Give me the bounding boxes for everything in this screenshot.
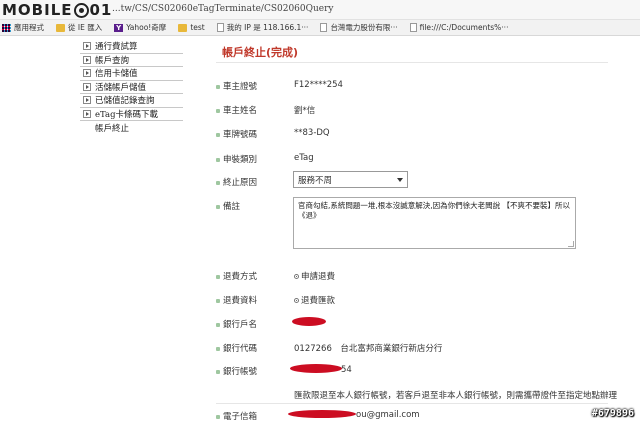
- remark-textarea[interactable]: 官商勾結,系統問題一堆,根本沒誠意解決,因為你們徐大老闆說 【不爽不要裝】所以《…: [293, 197, 576, 249]
- page-title: 帳戶終止(完成): [222, 46, 299, 59]
- redaction-mark: [290, 364, 342, 373]
- page-icon: [409, 23, 417, 32]
- page-icon: [216, 23, 224, 32]
- refund-method-option[interactable]: 申請退費: [294, 270, 335, 282]
- sidebar-item-topup-records[interactable]: 已儲值記錄查詢: [80, 94, 183, 108]
- radio-icon[interactable]: [294, 298, 299, 303]
- device-type-label: 申裝類別: [216, 153, 257, 165]
- folder-icon: [178, 23, 188, 32]
- redaction-mark: [288, 410, 356, 418]
- watermark: #679896: [591, 408, 634, 419]
- device-type-value: eTag: [294, 153, 314, 163]
- mobile01-logo: MOBILE 01: [2, 1, 113, 19]
- redaction-mark: [292, 317, 326, 326]
- plate-value: **83-DQ: [294, 128, 330, 138]
- arrow-right-icon: [83, 55, 91, 64]
- refund-method-label: 退費方式: [216, 270, 257, 282]
- plate-label: 車牌號碼: [216, 128, 257, 140]
- refund-note: 匯款限退至本人銀行帳號，若客戶退至非本人銀行帳號，則需攜帶證件至指定地點辦理: [294, 391, 618, 401]
- sidebar-item-savings[interactable]: 活儲帳戶儲值: [80, 81, 183, 94]
- resize-handle-icon[interactable]: [568, 241, 574, 247]
- sidebar-item-toll-calc[interactable]: 通行費試算: [80, 40, 183, 54]
- sidebar-item-etag-barcode[interactable]: eTag卡條碼下載: [80, 108, 183, 121]
- bookmark-apps[interactable]: 應用程式: [2, 22, 44, 33]
- owner-id-value: F12****254: [294, 80, 343, 90]
- bookmark-yahoo[interactable]: Y Yahoo!奇摩: [114, 22, 166, 33]
- arrow-right-icon: [83, 42, 91, 51]
- arrow-right-icon: [83, 82, 91, 91]
- owner-id-label: 車主證號: [216, 80, 257, 92]
- bookmark-test[interactable]: test: [178, 23, 205, 32]
- divider: [216, 403, 608, 404]
- bookmark-taipower[interactable]: 台灣電力股份有限···: [320, 22, 398, 33]
- bank-name-label: 銀行戶名: [216, 318, 257, 330]
- chevron-down-icon: [397, 178, 403, 182]
- remark-label: 備註: [216, 200, 240, 212]
- sidebar-menu: 通行費試算 帳戶查詢 信用卡儲值 活儲帳戶儲值 已儲值記錄查詢 eTag卡條碼下…: [80, 40, 183, 135]
- bookmark-ie-import[interactable]: 從 IE 匯入: [56, 22, 102, 33]
- email-label: 電子信箱: [216, 410, 257, 422]
- divider: [216, 62, 608, 63]
- url-field[interactable]: ...tw/CS/CS02060eTagTerminate/CS02060Que…: [112, 4, 334, 14]
- reason-label: 終止原因: [216, 176, 257, 188]
- sidebar-item-account-query[interactable]: 帳戶查詢: [80, 54, 183, 67]
- bank-code-value: 0127266 台北富邦商業銀行新店分行: [294, 344, 443, 354]
- arrow-right-icon: [83, 109, 91, 118]
- address-bar: MOBILE 01 ...tw/CS/CS02060eTagTerminate/C…: [0, 0, 640, 20]
- bookmarks-bar: 應用程式 從 IE 匯入 Y Yahoo!奇摩 test 我的 IP 是 118.…: [0, 20, 640, 36]
- apps-icon: [2, 23, 11, 32]
- eye-icon: [73, 2, 89, 18]
- radio-icon[interactable]: [294, 274, 299, 279]
- bank-code-label: 銀行代碼: [216, 342, 257, 354]
- refund-data-label: 退費資料: [216, 294, 257, 306]
- yahoo-icon: Y: [114, 23, 124, 32]
- arrow-right-icon: [83, 96, 91, 105]
- bank-account-label: 銀行帳號: [216, 365, 257, 377]
- reason-select[interactable]: 服務不周: [293, 171, 408, 188]
- sidebar-item-terminate[interactable]: 帳戶終止: [80, 121, 183, 135]
- sidebar-item-credit-card[interactable]: 信用卡儲值: [80, 67, 183, 81]
- bookmark-myip[interactable]: 我的 IP 是 118.166.1···: [216, 22, 308, 33]
- email-suffix: ou@gmail.com: [356, 410, 420, 420]
- arrow-right-icon: [83, 69, 91, 78]
- folder-icon: [56, 23, 65, 32]
- owner-name-value: 劉*信: [294, 106, 316, 116]
- owner-name-label: 車主姓名: [216, 104, 257, 116]
- refund-data-option[interactable]: 退費匯款: [294, 294, 335, 306]
- bookmark-file[interactable]: file:///C:/Documents%···: [409, 23, 508, 32]
- bank-account-suffix: 54: [341, 365, 352, 375]
- page-icon: [320, 23, 328, 32]
